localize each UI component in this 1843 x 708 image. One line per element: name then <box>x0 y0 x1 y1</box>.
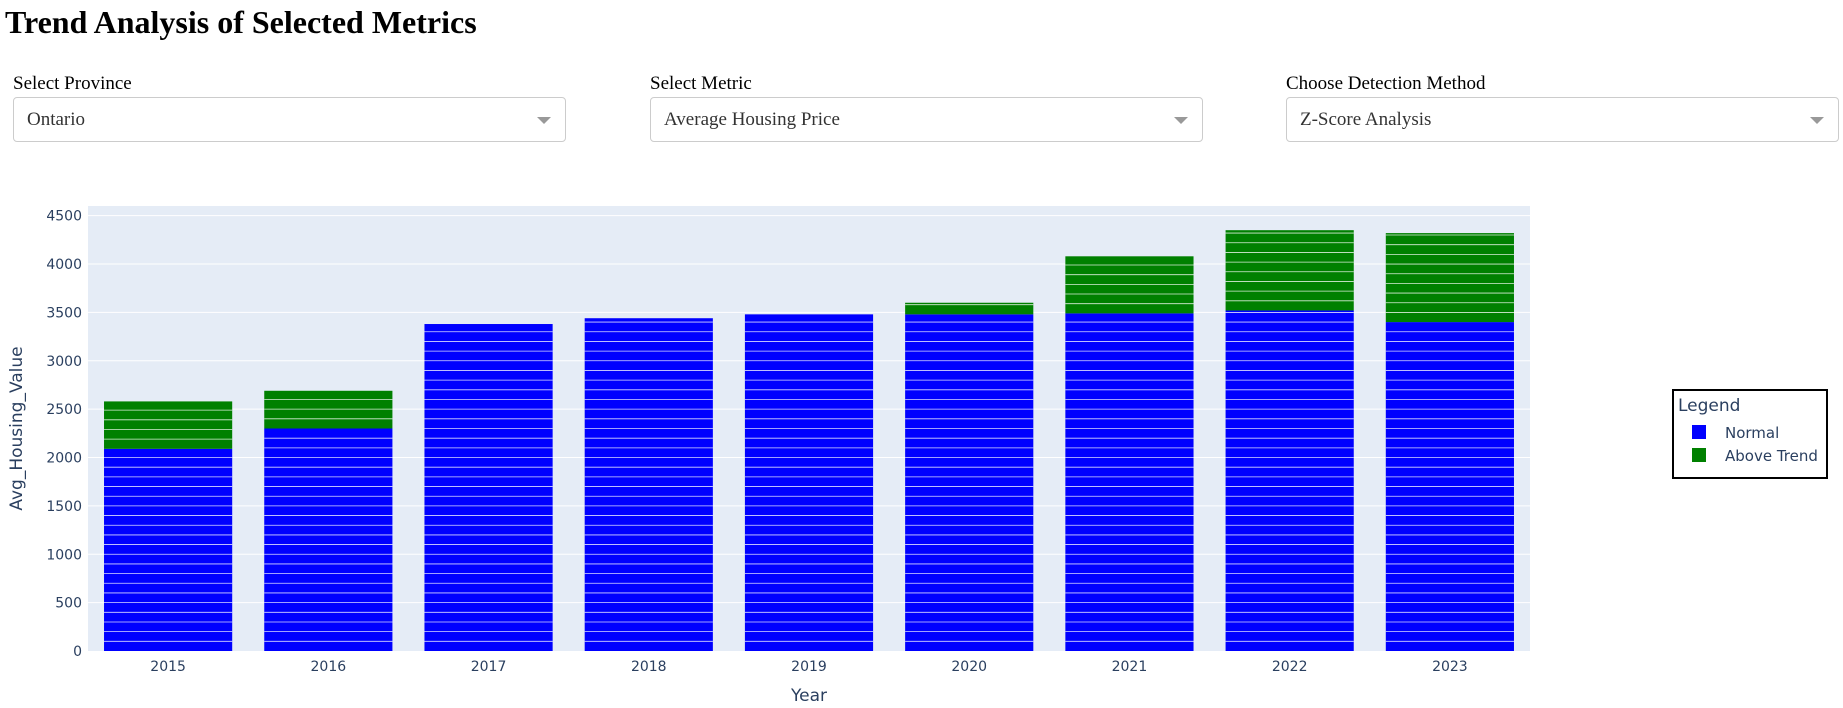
bar-normal-2022[interactable] <box>1225 310 1354 651</box>
method-selected-value: Z-Score Analysis <box>1300 109 1432 130</box>
chevron-down-icon[interactable] <box>537 117 551 124</box>
y-tick-label: 0 <box>73 644 82 660</box>
bar-normal-2015[interactable] <box>104 448 233 651</box>
bar-normal-2018[interactable] <box>584 318 713 651</box>
bar-normal-2017[interactable] <box>424 324 553 651</box>
x-tick-label: 2022 <box>1272 659 1308 675</box>
province-control: Select Province Ontario <box>13 73 566 142</box>
bar-normal-2020[interactable] <box>905 314 1034 651</box>
x-tick-label: 2015 <box>150 659 186 675</box>
x-tick-label: 2021 <box>1112 659 1148 675</box>
legend: Legend Normal Above Trend <box>1672 389 1828 479</box>
bar-above-trend-2016[interactable] <box>264 390 393 429</box>
x-tick-label: 2020 <box>951 659 987 675</box>
y-tick-label: 2000 <box>46 451 82 467</box>
bar-above-trend-2015[interactable] <box>104 401 233 449</box>
x-tick-label: 2023 <box>1432 659 1468 675</box>
chevron-down-icon[interactable] <box>1810 117 1824 124</box>
y-tick-label: 1000 <box>46 547 82 563</box>
bar-normal-2016[interactable] <box>264 428 393 652</box>
y-tick-label: 2500 <box>46 402 82 418</box>
province-label: Select Province <box>13 73 132 94</box>
trend-bar-chart: 0 500 1000 1500 2000 2500 3000 3500 4000 4500 2015… <box>7 206 1828 706</box>
x-axis-title: Year <box>790 686 827 706</box>
x-tick-label: 2018 <box>631 659 667 675</box>
method-dropdown[interactable]: Z-Score Analysis <box>1286 97 1839 142</box>
province-selected-value: Ontario <box>27 109 86 130</box>
bar-normal-2019[interactable] <box>744 314 874 651</box>
legend-swatch-normal[interactable] <box>1692 425 1706 439</box>
method-control: Choose Detection Method Z-Score Analysis <box>1286 73 1839 142</box>
legend-swatch-above-trend[interactable] <box>1692 448 1706 462</box>
legend-label[interactable]: Normal <box>1725 424 1779 442</box>
x-tick-label: 2017 <box>471 659 507 675</box>
metric-dropdown[interactable]: Average Housing Price <box>650 97 1203 142</box>
y-tick-label: 4500 <box>46 209 82 225</box>
page-title: Trend Analysis of Selected Metrics <box>5 4 477 40</box>
method-label: Choose Detection Method <box>1286 73 1486 94</box>
legend-title: Legend <box>1678 396 1740 416</box>
bar-above-trend-2023[interactable] <box>1385 233 1514 323</box>
metric-selected-value: Average Housing Price <box>664 109 840 130</box>
bar-above-trend-2022[interactable] <box>1225 230 1354 311</box>
bar-normal-2021[interactable] <box>1065 313 1194 651</box>
metric-label: Select Metric <box>650 73 752 94</box>
legend-label[interactable]: Above Trend <box>1725 447 1818 465</box>
y-tick-label: 1500 <box>46 499 82 515</box>
y-axis-title: Avg_Housing_Value <box>7 346 27 510</box>
province-dropdown[interactable]: Ontario <box>13 97 566 142</box>
y-tick-label: 500 <box>55 596 82 612</box>
x-tick-label: 2019 <box>791 659 827 675</box>
metric-control: Select Metric Average Housing Price <box>650 73 1203 142</box>
y-tick-label: 3000 <box>46 354 82 370</box>
x-tick-label: 2016 <box>311 659 347 675</box>
y-tick-label: 3500 <box>46 305 82 321</box>
y-tick-label: 4000 <box>46 257 82 273</box>
chevron-down-icon[interactable] <box>1174 117 1188 124</box>
